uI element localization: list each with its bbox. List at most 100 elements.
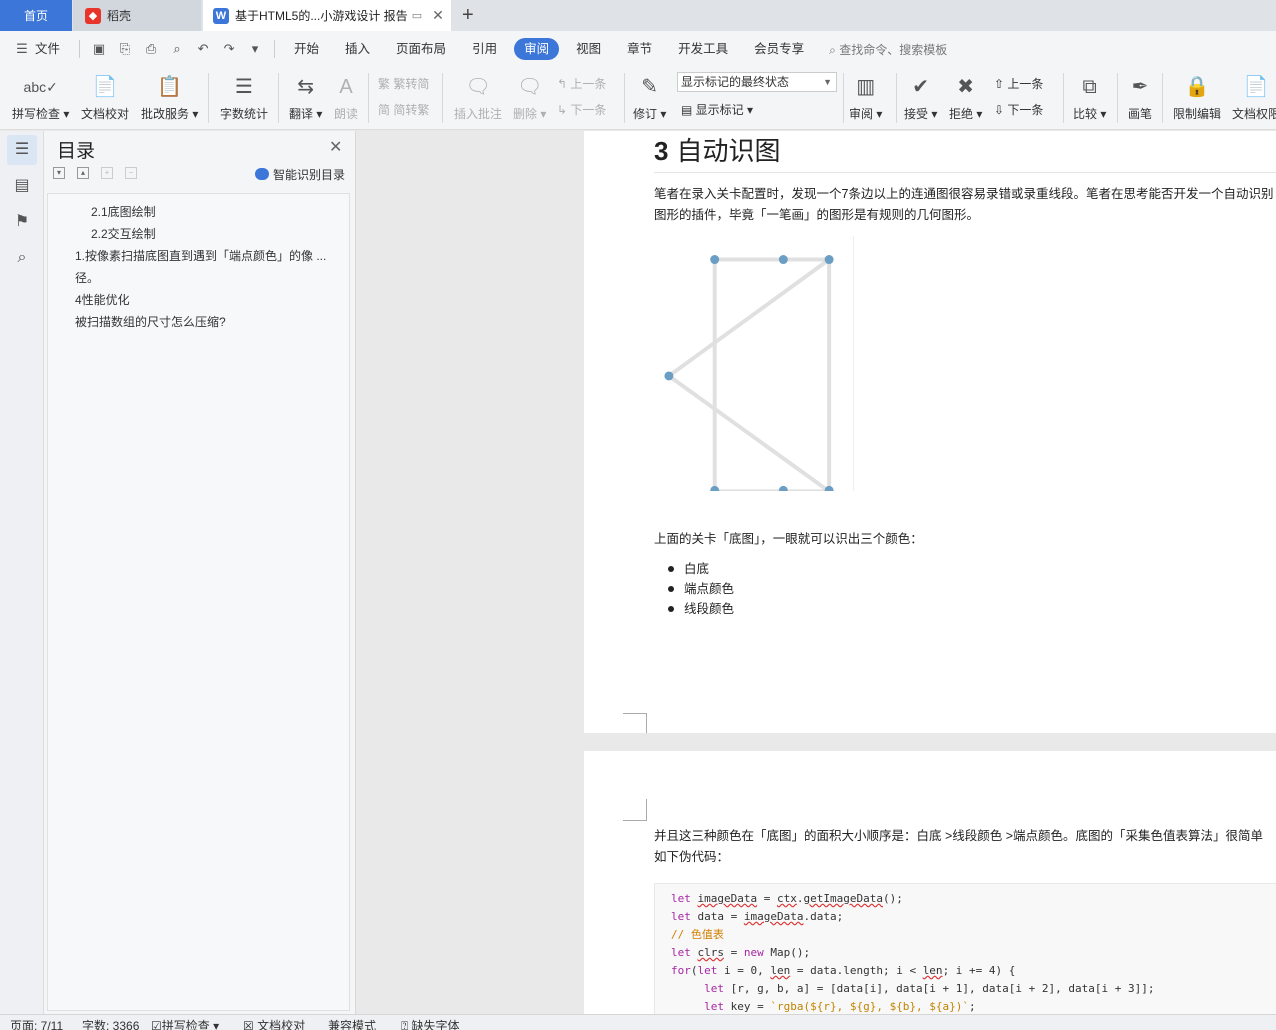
collapse-all-icon[interactable]: ▾	[53, 167, 65, 179]
review-pane-button[interactable]: ▥ 审阅 ▾	[849, 73, 882, 122]
markup-state-select[interactable]: 显示标记的最终状态 ▼	[677, 72, 837, 92]
menu-start[interactable]: 开始	[281, 38, 332, 60]
smart-toc-label: 智能识别目录	[273, 168, 346, 182]
list-item: 白底	[668, 559, 734, 579]
read-aloud-button[interactable]: A 朗读	[334, 73, 358, 122]
restrict-edit-label: 限制编辑	[1173, 107, 1222, 121]
print-icon[interactable]: ⎙	[143, 41, 159, 57]
word-count-label: 字数统计	[220, 107, 269, 121]
status-doc-proof[interactable]: ☒ 文档校对	[243, 1017, 305, 1030]
menu-member[interactable]: 会员专享	[741, 38, 817, 60]
restrict-edit-button[interactable]: 🔒 限制编辑	[1173, 73, 1221, 122]
smart-toc-button[interactable]: 智能识别目录	[255, 166, 345, 183]
translate-label: 翻译	[289, 107, 314, 121]
status-spell-check[interactable]: ☑拼写检查 ▾	[151, 1017, 219, 1030]
toc-item[interactable]: 1.按像素扫描底图直到遇到「端点颜色」的像 ...	[75, 247, 326, 264]
export-icon[interactable]: ⎘	[117, 41, 133, 57]
compare-icon: ⧉	[1082, 76, 1097, 98]
redo-icon[interactable]: ↷	[221, 41, 237, 57]
tab-daoke[interactable]: ◆ 稻壳	[73, 0, 201, 31]
tab-daoke-label: 稻壳	[107, 9, 132, 23]
add-heading-icon[interactable]: +	[101, 167, 113, 179]
compare-button[interactable]: ⧉ 比较 ▾	[1073, 73, 1106, 122]
figure-edge	[667, 257, 831, 378]
word-count-indicator[interactable]: 字数: 3366	[82, 1017, 139, 1030]
menu-insert[interactable]: 插入	[332, 38, 383, 60]
doc-permission-icon: 📄	[1243, 76, 1269, 98]
simp-to-trad-button[interactable]: 简 简转繁	[378, 101, 429, 118]
show-markup-button[interactable]: ▤ 显示标记 ▾	[681, 101, 753, 118]
tab-close-icon[interactable]: ✕	[432, 7, 444, 24]
menu-section[interactable]: 章节	[614, 38, 665, 60]
proof-icon: ☒	[243, 1019, 258, 1030]
trad-to-simp-label: 繁转简	[393, 77, 430, 91]
tab-home[interactable]: 首页	[0, 0, 72, 31]
spell-check-button[interactable]: abc✓ 拼写检查 ▾	[12, 73, 69, 122]
menu-view[interactable]: 视图	[563, 38, 614, 60]
tab-window-icon[interactable]: ▭	[412, 9, 422, 22]
close-icon[interactable]: ✕	[329, 137, 342, 157]
page-corner-mark	[623, 799, 647, 821]
hamburger-icon[interactable]: ☰	[14, 41, 30, 57]
document-area[interactable]: 3 自动识图 笔者在录入关卡配置时，发现一个7条边以上的连通图很容易录错或录重线段…	[357, 131, 1276, 1014]
next-change-button[interactable]: ⇩ 下一条	[994, 101, 1043, 118]
undo-icon[interactable]: ↶	[195, 41, 211, 57]
pen-button[interactable]: ✒ 画笔	[1128, 73, 1152, 122]
toc-list: 2.1底图绘制 2.2交互绘制 1.按像素扫描底图直到遇到「端点颜色」的像 ..…	[47, 193, 350, 1011]
delete-comment-button[interactable]: 🗨 删除 ▾	[513, 73, 546, 122]
ribbon-divider	[368, 73, 369, 123]
new-tab-plus-icon[interactable]: +	[462, 4, 474, 27]
figure-edges	[667, 257, 832, 491]
translate-button[interactable]: ⇆ 翻译 ▾	[289, 73, 322, 122]
delete-comment-icon: 🗨	[516, 76, 543, 98]
tab-document[interactable]: W 基于HTML5的...小游戏设计 报告 ▭ ✕	[203, 0, 451, 31]
revise-button[interactable]: ✎ 修订 ▾	[633, 73, 666, 122]
paragraph-line: 如下伪代码：	[654, 850, 730, 864]
menu-file[interactable]: 文件	[35, 38, 73, 60]
toc-item[interactable]: 2.2交互绘制	[91, 225, 156, 242]
doc-permission-button[interactable]: 📄 文档权限	[1232, 73, 1276, 122]
toc-panel-icon[interactable]: ☰	[7, 135, 37, 165]
accept-button[interactable]: ✔ 接受 ▾	[904, 73, 937, 122]
command-search[interactable]: ⌕ 查找命令、搜索模板	[829, 41, 947, 58]
menu-developer[interactable]: 开发工具	[665, 38, 741, 60]
trad-to-simp-button[interactable]: 繁 繁转简	[378, 75, 429, 92]
word-count-button[interactable]: ☰ 字数统计	[220, 73, 268, 122]
chapter-nav-icon[interactable]: ▤	[7, 171, 37, 201]
bookmark-icon[interactable]: ⚑	[7, 207, 37, 237]
insert-comment-button[interactable]: 🗨 插入批注	[454, 73, 502, 122]
figure-nodes	[664, 255, 834, 491]
print-preview-icon[interactable]: ⌕	[169, 41, 185, 57]
prev-comment-button[interactable]: ↰ 上一条	[557, 75, 606, 92]
document-page[interactable]: 3 自动识图 笔者在录入关卡配置时，发现一个7条边以上的连通图很容易录错或录重线段…	[584, 131, 1276, 733]
search-icon: ⌕	[829, 42, 840, 57]
ribbon-divider	[843, 73, 844, 123]
search-icon[interactable]: ⌕	[7, 243, 37, 273]
toc-item-continued[interactable]: 径。	[75, 269, 99, 286]
doc-proof-button[interactable]: 📄 文档校对	[81, 73, 129, 122]
page-indicator[interactable]: 页面: 7/11	[10, 1017, 63, 1030]
document-page[interactable]: 并且这三种颜色在「底图」的面积大小顺序是：白底 >线段颜色 >端点颜色。底图的「…	[584, 751, 1276, 1014]
toc-item[interactable]: 4性能优化	[75, 291, 130, 308]
expand-all-icon[interactable]: ▴	[77, 167, 89, 179]
toc-item[interactable]: 被扫描数组的尺寸怎么压缩?	[75, 313, 226, 330]
checkbox-icon: ☑	[151, 1019, 162, 1030]
figure-node	[710, 255, 720, 264]
reject-label: 拒绝	[949, 107, 974, 121]
status-doc-proof-label: 文档校对	[257, 1019, 306, 1030]
next-comment-button[interactable]: ↳ 下一条	[557, 101, 606, 118]
menu-review[interactable]: 审阅	[514, 38, 560, 60]
correction-service-button[interactable]: 📋 批改服务 ▾	[141, 73, 198, 122]
quick-access-more-icon[interactable]: ▾	[247, 41, 263, 57]
missing-font-button[interactable]: ⍰ 缺失字体	[401, 1017, 460, 1030]
figure-node	[824, 255, 834, 264]
prev-change-button[interactable]: ⇧ 上一条	[994, 75, 1043, 92]
smart-toc-icon	[255, 168, 269, 180]
menu-page-layout[interactable]: 页面布局	[383, 38, 459, 60]
toc-item[interactable]: 2.1底图绘制	[91, 203, 156, 220]
ribbon-divider	[1162, 73, 1163, 123]
menu-references[interactable]: 引用	[459, 38, 510, 60]
remove-heading-icon[interactable]: −	[125, 167, 137, 179]
save-icon[interactable]: ▣	[91, 41, 107, 57]
reject-button[interactable]: ✖ 拒绝 ▾	[949, 73, 982, 122]
